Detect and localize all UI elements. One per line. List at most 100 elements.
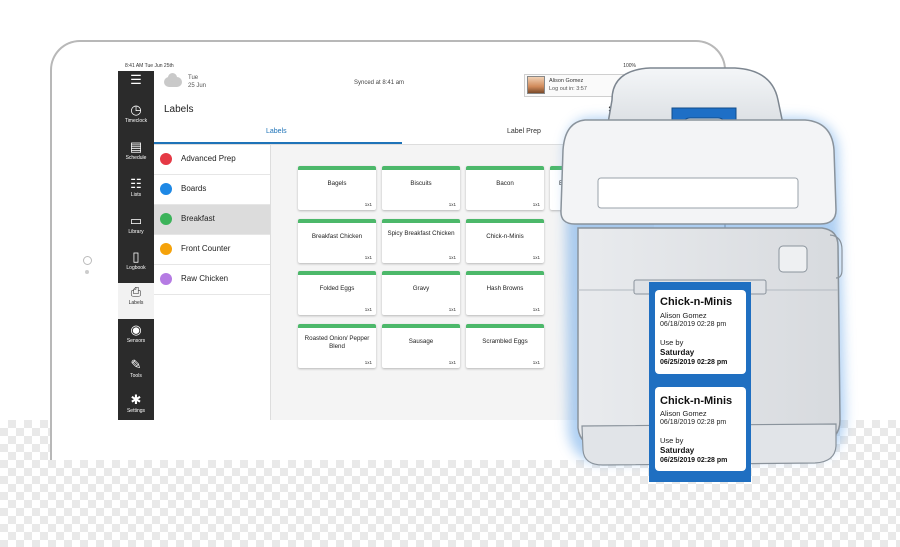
- folder-icon: ▭: [129, 213, 143, 228]
- settings-gear-icon[interactable]: ✱: [608, 103, 617, 116]
- tab-bar: Labels Label Prep: [154, 124, 654, 145]
- nav-schedule[interactable]: ▤ Schedule: [118, 138, 154, 172]
- cloud-icon: [164, 73, 182, 87]
- weather-day: Tue: [188, 75, 199, 81]
- label-tile[interactable]: Spicy Breakfast Chicken 1x1: [382, 219, 460, 263]
- logout-timer: Log out in: 3:57: [549, 86, 587, 92]
- label-tile[interactable]: Roasted Onion/ Pepper Blend 1x1: [298, 324, 376, 368]
- nav-label: Labels: [128, 300, 144, 306]
- label-tile[interactable]: Bacon 1x1: [466, 166, 544, 210]
- tile-size: 1x1: [364, 307, 372, 312]
- tile-name: Scrambled Eggs: [482, 338, 528, 345]
- tile-size: 1x1: [448, 360, 456, 365]
- label-tile[interactable]: Scrambled Eggs 1x1: [466, 324, 544, 368]
- label-tile[interactable]: Gravy 1x1: [382, 271, 460, 315]
- nav-lists[interactable]: ☷ Lists: [118, 175, 154, 209]
- printed-label: Chick-n-Minis Alison Gomez 06/18/2019 02…: [655, 290, 746, 374]
- page-title: Labels: [164, 104, 194, 115]
- label-made-date: 06/18/2019 02:28 pm: [660, 419, 727, 426]
- label-use-by: Use by: [660, 436, 684, 445]
- menu-button[interactable]: ☰: [118, 71, 154, 105]
- power-button[interactable]: [778, 245, 808, 273]
- label-day: Saturday: [660, 348, 695, 357]
- nav-label: Tools: [130, 373, 142, 379]
- tile-name: Chick-n-Minis: [486, 233, 524, 240]
- label-made-date: 06/18/2019 02:28 pm: [660, 321, 727, 328]
- tile-name: Bacon: [496, 180, 514, 187]
- category-name: Advanced Prep: [181, 154, 236, 163]
- tile-name: Sausage: [408, 338, 434, 345]
- nav-rail: ☰ ◷ Timeclock ▤ Schedule ☷ Lists ▭ Libra…: [118, 71, 154, 420]
- status-time: 8:41 AM Tue Jun 25th: [125, 63, 174, 69]
- tile-name: Bre: [559, 180, 569, 187]
- label-tile[interactable]: Bre: [550, 166, 628, 210]
- category-name: Boards: [181, 184, 207, 193]
- active-tab-indicator: [154, 142, 402, 144]
- sync-status: Synced at 8:41 am: [354, 80, 405, 86]
- nav-settings[interactable]: ✱ Settings: [118, 391, 154, 420]
- user-card[interactable]: Alison Gomez Log out in: 3:57: [524, 74, 626, 97]
- nav-label: Logbook: [126, 265, 146, 271]
- label-user: Alison Gomez: [660, 409, 707, 418]
- tile-size: 1x1: [448, 307, 456, 312]
- label-title: Chick-n-Minis: [660, 296, 733, 308]
- label-tile[interactable]: Biscuits 1x1: [382, 166, 460, 210]
- nav-tools[interactable]: ✎ Tools: [118, 356, 154, 390]
- nav-label: Sensors: [126, 338, 146, 344]
- tab-labels[interactable]: Labels: [266, 128, 287, 135]
- user-name: Alison Gomez: [549, 78, 584, 84]
- top-bar: Tue 25 Jun Synced at 8:41 am Alison Gome…: [154, 71, 654, 99]
- label-tile[interactable]: Chick-n-Minis 1x1: [466, 219, 544, 263]
- label-title: Chick-n-Minis: [660, 395, 733, 407]
- category-name: Breakfast: [181, 214, 215, 223]
- category-item[interactable]: Raw Chicken: [154, 265, 270, 295]
- nav-labels[interactable]: ⎙ Labels: [118, 283, 154, 319]
- tile-size: 1x1: [448, 255, 456, 260]
- nav-timeclock[interactable]: ◷ Timeclock: [118, 101, 154, 135]
- sensor-dot: [85, 270, 89, 274]
- category-item-selected[interactable]: Breakfast: [154, 205, 270, 235]
- clock-icon: ◷: [130, 102, 142, 117]
- label-day: Saturday: [660, 446, 695, 455]
- tile-size: 1x1: [364, 360, 372, 365]
- category-name: Raw Chicken: [181, 274, 229, 283]
- tile-size: 1x1: [532, 255, 540, 260]
- category-color-dot: [160, 153, 172, 165]
- printer-icon: ⎙: [130, 284, 142, 299]
- avatar: [527, 76, 545, 94]
- tile-size: 1x1: [364, 202, 372, 207]
- tile-name: Biscuits: [410, 180, 432, 187]
- category-list: Advanced Prep Boards Breakfast Front Cou…: [154, 145, 271, 420]
- nav-logbook[interactable]: ▯ Logbook: [118, 248, 154, 282]
- printed-label: Chick-n-Minis Alison Gomez 06/18/2019 02…: [655, 387, 746, 471]
- tile-name: Breakfast Chicken: [311, 233, 363, 240]
- label-tile[interactable]: Folded Eggs 1x1: [298, 271, 376, 315]
- label-tile[interactable]: Breakfast Chicken 1x1: [298, 219, 376, 263]
- tile-size: 1x1: [448, 202, 456, 207]
- label-expiry: 06/25/2019 02:28 pm: [660, 359, 728, 366]
- title-bar: Labels ✱: [154, 98, 654, 124]
- camera-icon: [83, 256, 92, 265]
- tile-name: Spicy Breakfast Chicken: [387, 230, 455, 237]
- label-use-by: Use by: [660, 338, 684, 347]
- nav-sensors[interactable]: ◉ Sensors: [118, 321, 154, 355]
- category-item[interactable]: Advanced Prep: [154, 145, 270, 175]
- tile-size: 1x1: [532, 360, 540, 365]
- nav-label: Settings: [126, 408, 146, 414]
- label-tile[interactable]: Hash Browns 1x1: [466, 271, 544, 315]
- nav-library[interactable]: ▭ Library: [118, 212, 154, 246]
- label-tile[interactable]: Sausage 1x1: [382, 324, 460, 368]
- label-user: Alison Gomez: [660, 311, 707, 320]
- category-item[interactable]: Front Counter: [154, 235, 270, 265]
- category-color-dot: [160, 273, 172, 285]
- tab-label-prep[interactable]: Label Prep: [507, 128, 541, 135]
- wrench-icon: ✎: [130, 357, 142, 372]
- tile-name: Roasted Onion/ Pepper Blend: [304, 335, 370, 350]
- category-item[interactable]: Boards: [154, 175, 270, 205]
- category-color-dot: [160, 213, 172, 225]
- app-screen: 8:41 AM Tue Jun 25th 100% ☰ ◷ Timeclock …: [118, 62, 654, 420]
- label-tile[interactable]: Bagels 1x1: [298, 166, 376, 210]
- category-color-dot: [160, 183, 172, 195]
- category-name: Front Counter: [181, 244, 231, 253]
- book-icon: ▯: [132, 249, 140, 264]
